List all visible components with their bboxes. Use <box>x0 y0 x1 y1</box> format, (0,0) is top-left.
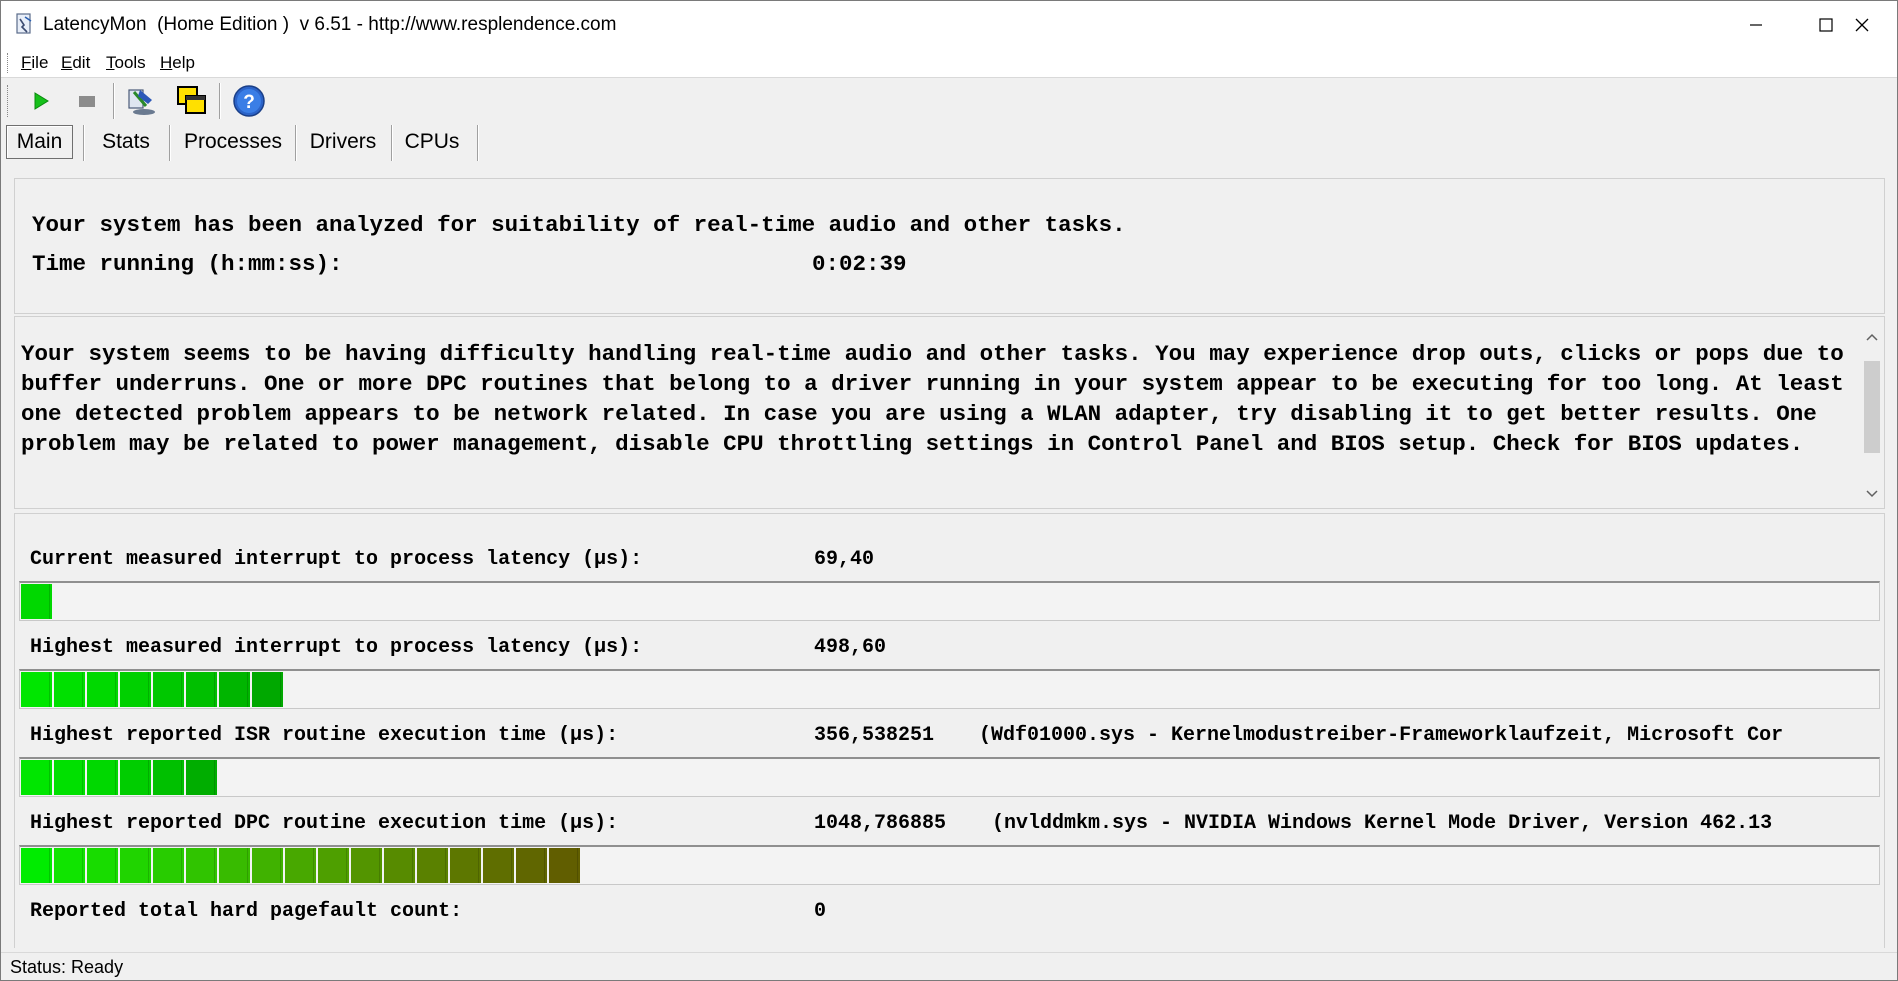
bar-segment <box>516 848 547 883</box>
current-latency-label: Current measured interrupt to process la… <box>30 548 643 571</box>
tab-stats[interactable]: Stats <box>89 125 163 159</box>
bar-segment <box>219 672 250 707</box>
bar-segment <box>219 848 250 883</box>
bar-segment <box>186 848 217 883</box>
tab-separator <box>169 125 171 161</box>
windows-icon[interactable] <box>174 83 210 119</box>
highest-latency-label: Highest measured interrupt to process la… <box>30 636 643 659</box>
highest-latency-bar <box>19 669 1880 709</box>
pagefault-count-label: Reported total hard pagefault count: <box>30 900 463 923</box>
menu-tools[interactable]: Tools <box>106 52 146 74</box>
tab-bar: Main Stats Processes Drivers CPUs <box>1 123 1897 161</box>
bar-segment <box>417 848 448 883</box>
tab-separator <box>83 125 85 161</box>
menu-grip <box>7 53 10 73</box>
time-running-value: 0:02:39 <box>812 251 907 277</box>
time-running-label: Time running (h:mm:ss): <box>32 251 343 277</box>
isr-driver-detail: (Wdf01000.sys - Kernelmodustreiber-Frame… <box>979 724 1784 747</box>
bar-segment <box>252 848 283 883</box>
current-latency-bar-fill <box>21 584 54 619</box>
toolbar: ? <box>1 79 1897 123</box>
dpc-driver-detail: (nvlddmkm.sys - NVIDIA Windows Kernel Mo… <box>992 812 1773 835</box>
bar-segment <box>87 760 118 795</box>
bar-segment <box>21 848 52 883</box>
tab-main[interactable]: Main <box>6 125 73 159</box>
bar-segment <box>483 848 514 883</box>
tab-cpus[interactable]: CPUs <box>399 125 465 159</box>
toolbar-grip <box>7 85 10 117</box>
start-icon[interactable] <box>23 83 59 119</box>
metrics-panel: Current measured interrupt to process la… <box>14 513 1885 948</box>
dpc-time-bar-fill <box>21 848 582 883</box>
tab-separator <box>391 125 393 161</box>
bar-segment <box>186 760 217 795</box>
current-latency-bar <box>19 581 1880 621</box>
message-panel: Your system seems to be having difficult… <box>14 316 1885 509</box>
bar-segment <box>285 848 316 883</box>
bar-segment <box>186 672 217 707</box>
isr-time-bar-fill <box>21 760 219 795</box>
diagnosis-message: Your system seems to be having difficult… <box>21 341 1844 457</box>
tab-separator <box>295 125 297 161</box>
scroll-thumb[interactable] <box>1864 361 1880 453</box>
tools-icon[interactable] <box>125 83 161 119</box>
highest-latency-bar-fill <box>21 672 285 707</box>
current-latency-value: 69,40 <box>814 548 875 571</box>
status-text: Status: Ready <box>10 957 124 977</box>
toolbar-separator <box>219 83 221 119</box>
tab-separator <box>477 125 479 161</box>
vertical-scrollbar[interactable] <box>1860 317 1884 508</box>
bar-segment <box>153 672 184 707</box>
latencymon-app-icon <box>15 13 35 35</box>
bar-segment <box>351 848 382 883</box>
status-bar: Status: Ready <box>1 952 1897 980</box>
svg-text:?: ? <box>243 92 255 113</box>
bar-segment <box>87 672 118 707</box>
close-button[interactable] <box>1827 1 1897 49</box>
stop-icon[interactable] <box>69 83 105 119</box>
isr-time-value: 356,538251 <box>814 724 935 747</box>
scroll-up-icon[interactable] <box>1860 325 1884 349</box>
menu-edit[interactable]: Edit <box>61 52 90 74</box>
window-title: LatencyMon (Home Edition ) v 6.51 - http… <box>43 14 617 35</box>
bar-segment <box>153 760 184 795</box>
isr-time-bar <box>19 757 1880 797</box>
isr-time-label: Highest reported ISR routine execution t… <box>30 724 619 747</box>
help-icon[interactable]: ? <box>231 83 267 119</box>
pagefault-count-value: 0 <box>814 900 827 923</box>
bar-segment <box>153 848 184 883</box>
bar-segment <box>549 848 580 883</box>
bar-segment <box>318 848 349 883</box>
bar-segment <box>450 848 481 883</box>
bar-segment <box>252 672 283 707</box>
analysis-summary-text: Your system has been analyzed for suitab… <box>32 212 1126 238</box>
minimize-button[interactable] <box>1721 1 1791 49</box>
tab-processes[interactable]: Processes <box>179 125 287 159</box>
toolbar-separator <box>113 83 115 119</box>
bar-segment <box>54 848 85 883</box>
dpc-time-bar <box>19 845 1880 885</box>
bar-segment <box>21 672 52 707</box>
tab-drivers[interactable]: Drivers <box>301 125 385 159</box>
highest-latency-value: 498,60 <box>814 636 887 659</box>
bar-segment <box>54 760 85 795</box>
bar-segment <box>21 760 52 795</box>
bar-segment <box>87 848 118 883</box>
bar-segment <box>384 848 415 883</box>
bar-segment <box>120 760 151 795</box>
menu-help[interactable]: Help <box>160 52 195 74</box>
bar-segment <box>120 848 151 883</box>
bar-segment <box>21 584 52 619</box>
menu-bar: File Edit Tools Help <box>1 49 1897 78</box>
bar-segment <box>120 672 151 707</box>
scroll-down-icon[interactable] <box>1860 482 1884 506</box>
bar-segment <box>54 672 85 707</box>
menu-file[interactable]: File <box>21 52 48 74</box>
title-bar: LatencyMon (Home Edition ) v 6.51 - http… <box>1 1 1897 49</box>
dpc-time-label: Highest reported DPC routine execution t… <box>30 812 619 835</box>
summary-panel: Your system has been analyzed for suitab… <box>14 178 1885 314</box>
app-window: LatencyMon (Home Edition ) v 6.51 - http… <box>0 0 1898 981</box>
dpc-time-value: 1048,786885 <box>814 812 947 835</box>
